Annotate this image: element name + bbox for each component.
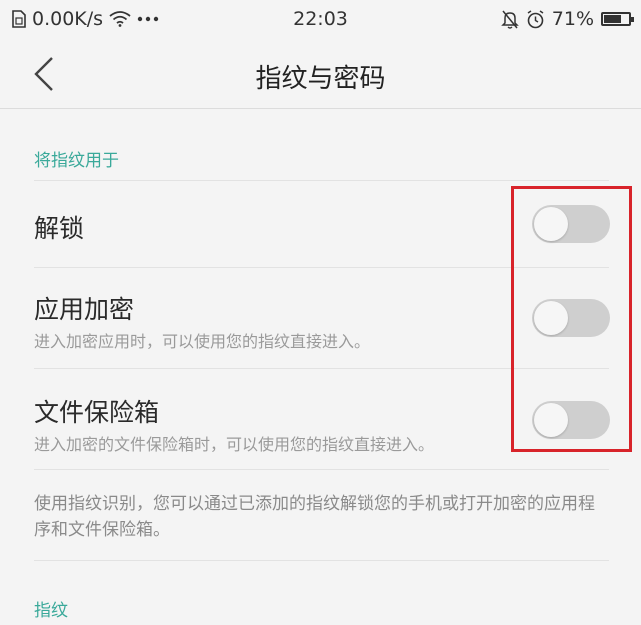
setting-subtitle: 进入加密的文件保险箱时，可以使用您的指纹直接进入。 [34, 435, 435, 454]
setting-title: 应用加密 [34, 295, 135, 324]
setting-title: 文件保险箱 [34, 398, 160, 427]
highlight-annotation [511, 186, 632, 452]
battery-icon [601, 12, 634, 26]
battery-percent: 71% [551, 8, 594, 30]
alarm-icon [527, 9, 544, 28]
section-header-use: 将指纹用于 [34, 151, 119, 171]
divider [34, 469, 609, 470]
section-header-fingerprint: 指纹 [34, 601, 68, 621]
page-title: 指纹与密码 [255, 64, 386, 94]
setting-title: 解锁 [34, 214, 85, 243]
battery-fill [604, 15, 621, 23]
nav-bar: 指纹与密码 [0, 40, 641, 109]
divider [34, 560, 609, 561]
mute-icon [500, 10, 519, 29]
setting-subtitle: 进入加密应用时，可以使用您的指纹直接进入。 [34, 332, 371, 351]
fingerprint-description: 使用指纹识别，您可以通过已添加的指纹解锁您的手机或打开加密的应用程序和文件保险箱… [34, 494, 595, 540]
status-bar: 0.00K/s 22:03 71% [0, 0, 641, 40]
status-right: 71% [500, 8, 634, 30]
